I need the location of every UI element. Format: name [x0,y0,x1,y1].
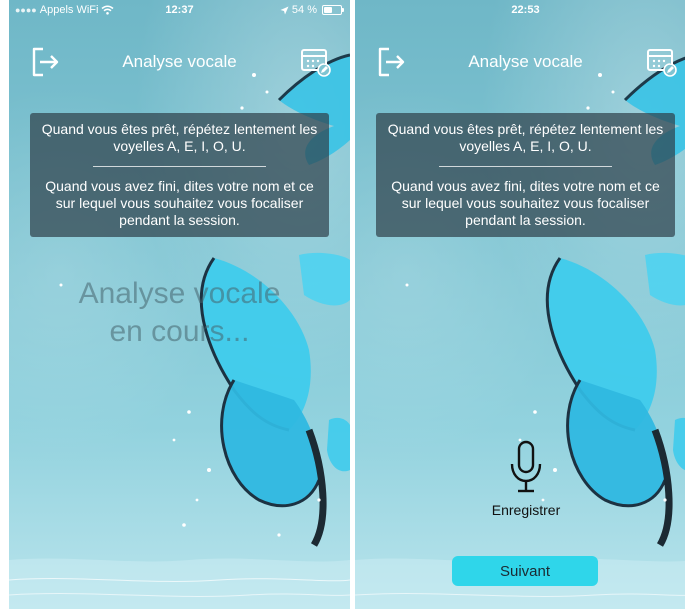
instructions-panel: Quand vous êtes prêt, répétez lentement … [30,113,329,237]
battery-icon [322,5,344,15]
page-title: Analyse vocale [468,52,583,71]
status-bar: ●●●● Appels WiFi 12:37 54 % [9,0,350,20]
next-button[interactable]: Suivant [452,556,598,586]
calendar-edit-icon[interactable] [300,46,332,78]
instructions-vowels: Quand vous êtes prêt, répétez lentement … [41,121,318,154]
microphone-icon [510,440,542,493]
calendar-edit-icon[interactable] [646,46,678,78]
record-button-label: Enregistrer [491,502,561,518]
nav-bar: Analyse vocale [355,42,685,82]
instructions-panel: Quand vous êtes prêt, répétez lentement … [376,113,675,237]
analysis-status-line1: Analyse vocale [78,277,281,310]
divider [439,166,612,167]
page-title: Analyse vocale [122,52,237,71]
battery-percent: 54 % [291,4,317,16]
instructions-name: Quand vous avez fini, dites votre nom et… [45,178,314,228]
instructions-name: Quand vous avez fini, dites votre nom et… [391,178,660,228]
analysis-status: Analyse vocale en cours... [9,275,350,351]
screen-recording-in-progress: ●●●● Appels WiFi 12:37 54 % Analyse voca… [9,0,350,609]
record-button[interactable]: Enregistrer [475,440,577,524]
location-arrow-icon [280,6,289,14]
status-time: 22:53 [511,4,540,16]
nav-bar: Analyse vocale [9,42,350,82]
status-bar: 22:53 [355,0,685,20]
screen-ready-to-record: 22:53 Analyse vocale Quand vous êtes prê… [355,0,685,609]
divider [93,166,266,167]
analysis-status-line2: en cours... [109,315,250,348]
instructions-vowels: Quand vous êtes prêt, répétez lentement … [387,121,664,154]
